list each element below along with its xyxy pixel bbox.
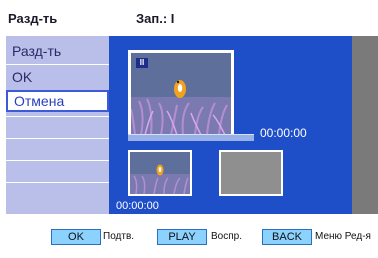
back-key-desc: Меню Ред-я (315, 231, 371, 242)
play-key-button[interactable]: PLAY (157, 229, 207, 245)
record-info: Зап.: I (136, 11, 175, 26)
ok-key-desc: Подтв. (103, 231, 135, 242)
dvd-edit-screen: Разд-ть Зап.: I Разд-ть OK Отмена II 00:… (0, 0, 378, 258)
menu-item-label: OK (12, 69, 33, 85)
header: Разд-ть Зап.: I (6, 8, 372, 30)
thumbnail-image (130, 152, 190, 194)
divider (6, 138, 109, 139)
video-panel: II 00:00:00 00:00:00 (109, 36, 352, 214)
back-key-label: BACK (272, 231, 302, 243)
divider (6, 64, 109, 65)
progress-bar[interactable] (128, 134, 254, 141)
sidebar-menu: Разд-ть OK Отмена (6, 36, 109, 214)
video-preview[interactable]: II (128, 50, 234, 138)
footer-key-legend: OK Подтв. PLAY Воспр. BACK Меню Ред-я (0, 226, 378, 250)
preview-time: 00:00:00 (260, 126, 307, 140)
divider (6, 116, 109, 117)
menu-item-label: Разд-ть (12, 43, 62, 59)
ok-key-label: OK (68, 231, 84, 243)
thumbnail-time: 00:00:00 (116, 200, 159, 212)
right-panel (352, 36, 378, 214)
thumbnail-selected[interactable] (128, 150, 192, 196)
menu-item-split[interactable]: Разд-ть (6, 40, 109, 62)
pause-icon: II (136, 58, 148, 68)
menu-item-cancel[interactable]: Отмена (6, 90, 109, 112)
play-key-label: PLAY (168, 231, 196, 243)
divider (6, 160, 109, 161)
play-key-desc: Воспр. (211, 231, 242, 242)
divider (6, 182, 109, 183)
menu-item-label: Отмена (14, 93, 65, 109)
page-title: Разд-ть (8, 11, 58, 26)
ok-key-button[interactable]: OK (51, 229, 101, 245)
back-key-button[interactable]: BACK (262, 229, 312, 245)
thumbnail-empty[interactable] (219, 150, 283, 196)
menu-item-ok[interactable]: OK (6, 66, 109, 88)
